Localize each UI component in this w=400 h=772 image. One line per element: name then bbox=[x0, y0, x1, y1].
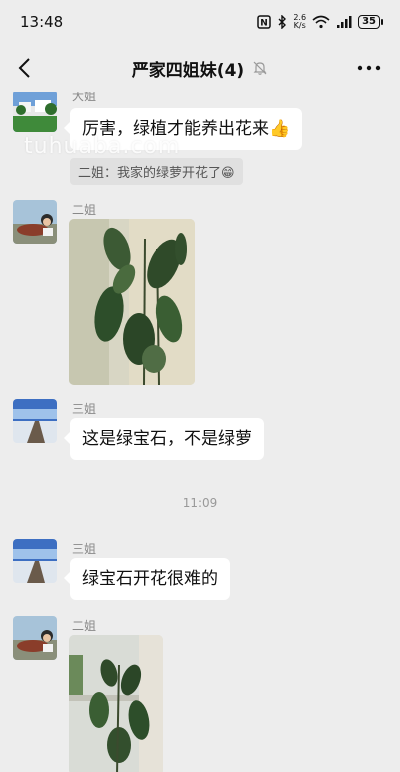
network-speed: 2.6 K/s bbox=[293, 13, 307, 30]
plant-photo-image bbox=[69, 219, 195, 385]
chat-header: 严家四姐妹(4) bbox=[0, 44, 400, 92]
avatar-image bbox=[13, 200, 57, 244]
plant-photo[interactable] bbox=[69, 219, 195, 385]
message-bubble[interactable]: 绿宝石开花很难的 bbox=[64, 558, 230, 600]
avatar-image bbox=[13, 399, 57, 443]
avatar-sanjie[interactable] bbox=[13, 539, 57, 583]
chat-title-group: 严家四姐妹(4) bbox=[132, 56, 268, 81]
battery-indicator: 35 bbox=[358, 15, 383, 29]
nfc-icon: N bbox=[257, 15, 272, 29]
avatar-image bbox=[13, 539, 57, 583]
plant-photo[interactable] bbox=[69, 635, 163, 772]
quote-text: 二姐：我家的绿萝开花了 bbox=[78, 166, 222, 181]
avatar-image bbox=[13, 616, 57, 660]
message-bubble[interactable]: 厉害，绿植才能养出花来👍 bbox=[63, 108, 303, 150]
sender-name: 二姐 bbox=[72, 619, 97, 633]
thumbs-up-emoji: 👍 bbox=[269, 119, 291, 139]
avatar-erjie[interactable] bbox=[13, 616, 57, 660]
plant-photo-image bbox=[69, 635, 163, 772]
avatar-sanjie[interactable] bbox=[13, 399, 57, 443]
sender-name: 三姐 bbox=[72, 542, 97, 556]
time-divider: 11:09 bbox=[182, 496, 218, 510]
back-arrow-icon[interactable] bbox=[14, 56, 38, 80]
sender-name: 大姐 bbox=[72, 92, 97, 103]
muted-bell-icon bbox=[253, 61, 267, 75]
message-text: 绿宝石开花很难的 bbox=[82, 569, 218, 589]
more-options-icon[interactable] bbox=[356, 56, 382, 80]
wifi-icon bbox=[312, 15, 330, 29]
message-list[interactable]: 大姐 厉害，绿植才能养出花来👍 二姐：我家的绿萝开花了😁 二姐 三姐 这是绿宝石… bbox=[0, 92, 400, 772]
message-bubble[interactable]: 这是绿宝石，不是绿萝 bbox=[64, 418, 264, 460]
avatar-dajie[interactable] bbox=[13, 92, 57, 132]
avatar-image bbox=[13, 92, 57, 132]
status-time: 13:48 bbox=[20, 13, 64, 31]
bluetooth-icon bbox=[278, 15, 287, 29]
message-text: 这是绿宝石，不是绿萝 bbox=[82, 429, 252, 449]
status-bar: 13:48 N 2.6 K/s 35 bbox=[0, 0, 400, 44]
sender-name: 三姐 bbox=[72, 402, 97, 416]
quoted-message[interactable]: 二姐：我家的绿萝开花了😁 bbox=[70, 158, 243, 185]
status-icons: N 2.6 K/s 35 bbox=[257, 13, 383, 30]
avatar-erjie[interactable] bbox=[13, 200, 57, 244]
svg-text:N: N bbox=[261, 19, 269, 29]
message-text: 厉害，绿植才能养出花来 bbox=[82, 119, 269, 139]
chat-title: 严家四姐妹(4) bbox=[131, 60, 245, 81]
sender-name: 二姐 bbox=[72, 203, 97, 217]
signal-icon bbox=[337, 16, 352, 28]
grin-emoji: 😁 bbox=[221, 166, 235, 181]
